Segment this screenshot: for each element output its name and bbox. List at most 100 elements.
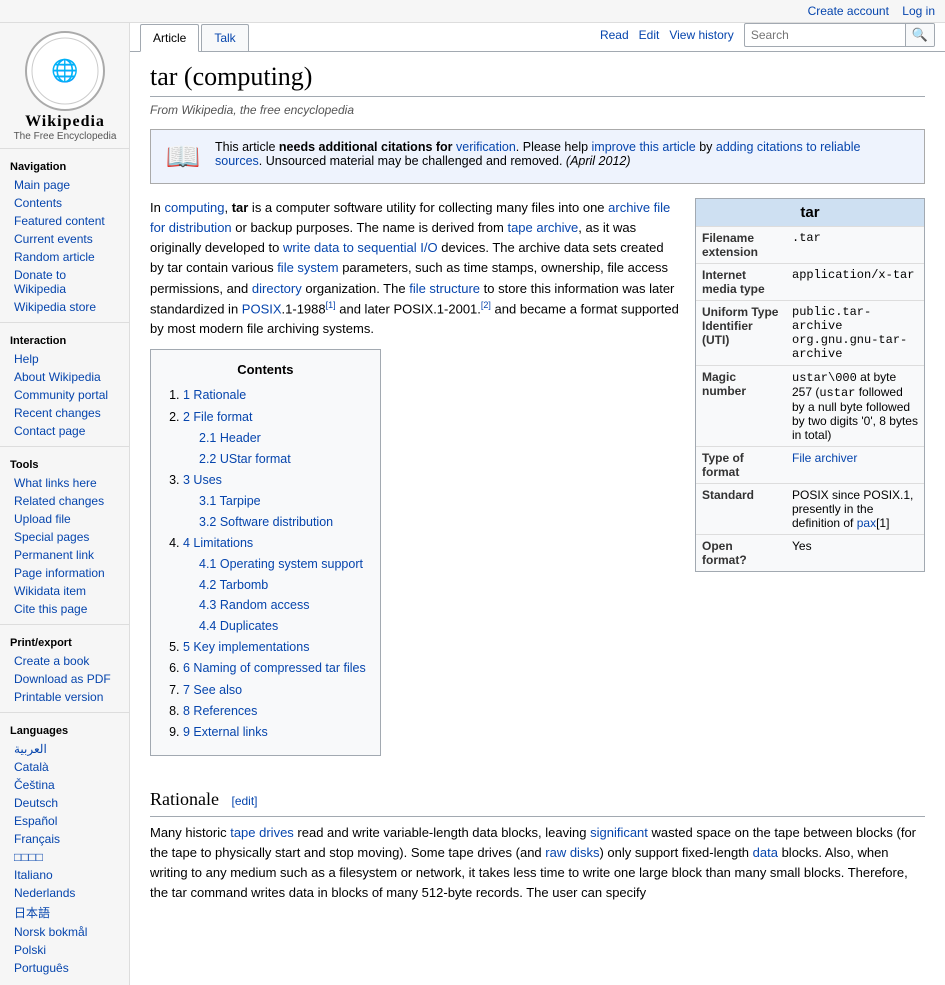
lang-italiano[interactable]: Italiano xyxy=(0,867,129,883)
infobox-label-format: Type of format xyxy=(696,447,786,484)
computing-link[interactable]: computing xyxy=(164,200,224,215)
sidebar-item-store[interactable]: Wikipedia store xyxy=(0,298,129,316)
lang-japanese[interactable]: 日本語 xyxy=(0,903,129,922)
lang-francais[interactable]: Français xyxy=(0,831,129,847)
toc-link-uses[interactable]: 3 Uses xyxy=(183,473,222,487)
log-in-link[interactable]: Log in xyxy=(902,4,935,18)
toc-link-rationale[interactable]: 1 Rationale xyxy=(183,388,246,402)
posix-link[interactable]: POSIX xyxy=(242,301,282,316)
toc-link-references[interactable]: 8 References xyxy=(183,704,257,718)
significant-link[interactable]: significant xyxy=(590,825,648,840)
sidebar-item-permalink[interactable]: Permanent link xyxy=(0,546,129,564)
tab-edit[interactable]: Edit xyxy=(639,28,660,42)
toc-link-software[interactable]: 3.2 Software distribution xyxy=(199,515,333,529)
sidebar-item-donate[interactable]: Donate to Wikipedia xyxy=(0,266,129,298)
lang-catala[interactable]: Català xyxy=(0,759,129,775)
rationale-edit-link[interactable]: [edit] xyxy=(231,794,257,808)
tab-view-history[interactable]: View history xyxy=(669,28,733,42)
sidebar-item-main-page[interactable]: Main page xyxy=(0,176,129,194)
tab-talk[interactable]: Talk xyxy=(201,24,248,51)
toc-link-keyimpl[interactable]: 5 Key implementations xyxy=(183,640,309,654)
toc-link-seealso[interactable]: 7 See also xyxy=(183,683,242,697)
logo-area: 🌐 Wikipedia The Free Encyclopedia xyxy=(0,31,130,142)
lang-arabic[interactable]: العربية xyxy=(0,741,129,757)
sidebar-item-printable[interactable]: Printable version xyxy=(0,688,129,706)
data-blocks-link[interactable]: data xyxy=(753,845,778,860)
search-form: 🔍 xyxy=(744,23,935,47)
toc-link-os[interactable]: 4.1 Operating system support xyxy=(199,557,363,571)
write-link[interactable]: write data to sequential I/O xyxy=(283,240,438,255)
create-account-link[interactable]: Create account xyxy=(808,4,889,18)
toc-link-naming[interactable]: 6 Naming of compressed tar files xyxy=(183,661,366,675)
sidebar-item-pageinfo[interactable]: Page information xyxy=(0,564,129,582)
archive-link[interactable]: archive file for distribution xyxy=(150,200,670,235)
article-content: tar (computing) From Wikipedia, the free… xyxy=(130,52,945,913)
toc-list: 1 Rationale 2 File format 2.1 Header 2.2… xyxy=(165,386,366,742)
search-button[interactable]: 🔍 xyxy=(905,24,934,46)
toc-link-header[interactable]: 2.1 Header xyxy=(199,431,261,445)
infobox-row-uti: Uniform Type Identifier (UTI) public.tar… xyxy=(696,301,924,366)
languages-section-title: Languages xyxy=(0,719,129,740)
toc-link-duplicates[interactable]: 4.4 Duplicates xyxy=(199,619,278,633)
ref1[interactable]: [1] xyxy=(326,300,336,310)
sidebar-item-related-changes[interactable]: Related changes xyxy=(0,492,129,510)
filesystem-link[interactable]: file system xyxy=(277,260,338,275)
interaction-section-title: Interaction xyxy=(0,329,129,350)
lang-norsk[interactable]: Norsk bokmål xyxy=(0,924,129,940)
toc-item-6: 6 Naming of compressed tar files xyxy=(183,659,366,678)
sidebar-item-cite[interactable]: Cite this page xyxy=(0,600,129,618)
search-input[interactable] xyxy=(745,25,905,45)
sidebar-item-recent[interactable]: Recent changes xyxy=(0,404,129,422)
sidebar-item-current-events[interactable]: Current events xyxy=(0,230,129,248)
lang-polski[interactable]: Polski xyxy=(0,942,129,958)
content-wrapper: tar Filename extension .tar Internet med… xyxy=(150,198,925,903)
toc-link-random[interactable]: 4.3 Random access xyxy=(199,598,309,612)
toc-link-external[interactable]: 9 External links xyxy=(183,725,268,739)
sidebar-item-random[interactable]: Random article xyxy=(0,248,129,266)
tab-article[interactable]: Article xyxy=(140,24,199,52)
sidebar-item-downloadpdf[interactable]: Download as PDF xyxy=(0,670,129,688)
toc-link-limitations[interactable]: 4 Limitations xyxy=(183,536,253,550)
sidebar-item-contents[interactable]: Contents xyxy=(0,194,129,212)
svg-text:🌐: 🌐 xyxy=(51,58,78,83)
lang-deutsch[interactable]: Deutsch xyxy=(0,795,129,811)
toc-link-tarpipe[interactable]: 3.1 Tarpipe xyxy=(199,494,261,508)
toc-link-tarbomb[interactable]: 4.2 Tarbomb xyxy=(199,578,268,592)
sidebar-item-about[interactable]: About Wikipedia xyxy=(0,368,129,386)
toc-link-ustar[interactable]: 2.2 UStar format xyxy=(199,452,291,466)
lang-portugues[interactable]: Português xyxy=(0,960,129,976)
sidebar-item-featured[interactable]: Featured content xyxy=(0,212,129,230)
lang-nederlands[interactable]: Nederlands xyxy=(0,885,129,901)
toc-item-1: 1 Rationale xyxy=(183,386,366,405)
sidebar-item-upload[interactable]: Upload file xyxy=(0,510,129,528)
sidebar-item-whatlinks[interactable]: What links here xyxy=(0,474,129,492)
file-structure-link[interactable]: file structure xyxy=(409,281,480,296)
rationale-text: Many historic tape drives read and write… xyxy=(150,823,925,904)
infobox-label-mediatype: Internet media type xyxy=(696,264,786,301)
rationale-heading: Rationale [edit] xyxy=(150,786,925,817)
tape-archive-link[interactable]: tape archive xyxy=(507,220,578,235)
navigation-section-title: Navigation xyxy=(0,155,129,176)
directory-link[interactable]: directory xyxy=(252,281,302,296)
lang-espanol[interactable]: Español xyxy=(0,813,129,829)
infobox-value-filename: .tar xyxy=(786,227,924,264)
tab-read[interactable]: Read xyxy=(600,28,629,42)
infobox-label-uti: Uniform Type Identifier (UTI) xyxy=(696,301,786,366)
ref2[interactable]: [2] xyxy=(481,300,491,310)
tape-drives-link[interactable]: tape drives xyxy=(230,825,294,840)
toc-link-fileformat[interactable]: 2 File format xyxy=(183,410,252,424)
notice-verification-link[interactable]: verification xyxy=(456,140,516,154)
sidebar-item-help[interactable]: Help xyxy=(0,350,129,368)
infobox-pax-link[interactable]: pax xyxy=(857,516,876,530)
sidebar-item-contact[interactable]: Contact page xyxy=(0,422,129,440)
sidebar-item-community[interactable]: Community portal xyxy=(0,386,129,404)
infobox-format-link[interactable]: File archiver xyxy=(792,451,857,465)
infobox-value-standard: POSIX since POSIX.1, presently in the de… xyxy=(786,484,924,535)
notice-improve-link[interactable]: improve this article xyxy=(592,140,696,154)
sidebar-item-special[interactable]: Special pages xyxy=(0,528,129,546)
lang-cestina[interactable]: Čeština xyxy=(0,777,129,793)
raw-disks-link[interactable]: raw disks xyxy=(545,845,599,860)
lang-box1[interactable]: □□□□ xyxy=(0,849,129,865)
sidebar-item-wikidata[interactable]: Wikidata item xyxy=(0,582,129,600)
sidebar-item-createbook[interactable]: Create a book xyxy=(0,652,129,670)
